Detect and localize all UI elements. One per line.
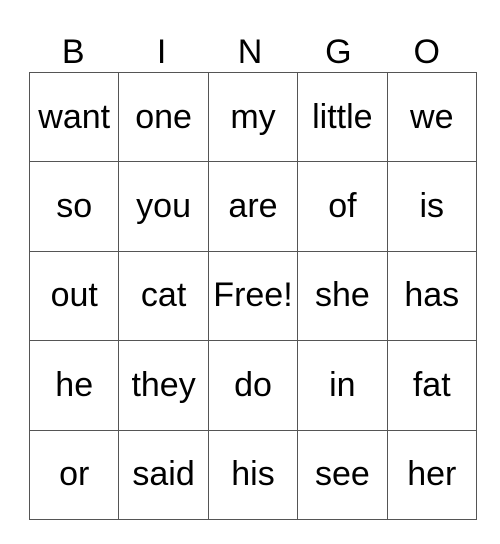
header-letter-g: G — [325, 33, 352, 71]
bingo-cell[interactable]: her — [386, 429, 477, 520]
bingo-cell[interactable]: we — [386, 71, 477, 163]
header-letter-n: N — [237, 33, 263, 71]
grid-row: he they do in fat — [28, 340, 477, 431]
bingo-grid: want one my little we so you are of is out cat Free!… — [28, 71, 477, 520]
bingo-cell[interactable]: out — [28, 250, 120, 342]
bingo-cell[interactable]: his — [207, 429, 299, 520]
bingo-cell[interactable]: cat — [118, 250, 209, 342]
bingo-cell[interactable]: little — [297, 71, 388, 163]
header-letter-o: O — [413, 33, 440, 71]
header-letter-i: I — [156, 33, 167, 71]
bingo-cell[interactable]: or — [28, 429, 120, 520]
bingo-cell[interactable]: my — [207, 71, 299, 163]
bingo-cell[interactable]: one — [118, 71, 209, 163]
bingo-cell[interactable]: fat — [386, 340, 477, 431]
free-space-cell[interactable]: Free! — [207, 250, 299, 342]
header-letter-b: B — [61, 33, 85, 71]
bingo-cell[interactable]: want — [28, 71, 120, 163]
bingo-cell[interactable]: is — [386, 161, 477, 252]
grid-row: out cat Free! she has — [28, 250, 477, 342]
bingo-cell[interactable]: they — [118, 340, 209, 431]
bingo-cell[interactable]: has — [386, 250, 477, 342]
bingo-cell[interactable]: she — [297, 250, 388, 342]
bingo-cell[interactable]: so — [28, 161, 120, 252]
grid-row: want one my little we — [28, 71, 477, 163]
bingo-cell[interactable]: are — [207, 161, 299, 252]
bingo-cell[interactable]: said — [118, 429, 209, 520]
bingo-cell[interactable]: he — [28, 340, 120, 431]
bingo-header: B I N G O — [29, 30, 471, 74]
bingo-cell[interactable]: in — [297, 340, 388, 431]
bingo-cell[interactable]: see — [297, 429, 388, 520]
grid-row: so you are of is — [28, 161, 477, 252]
grid-row: or said his see her — [28, 429, 477, 520]
bingo-cell[interactable]: do — [207, 340, 299, 431]
bingo-cell[interactable]: you — [118, 161, 209, 252]
bingo-cell[interactable]: of — [297, 161, 388, 252]
